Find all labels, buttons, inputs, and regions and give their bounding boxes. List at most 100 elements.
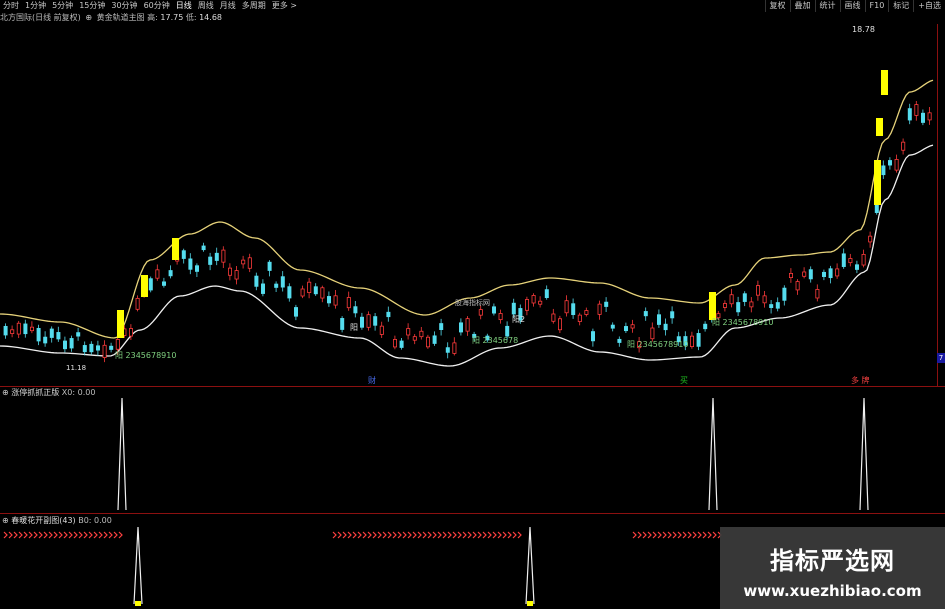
panel-separator-2[interactable] xyxy=(0,513,945,514)
candle-body xyxy=(630,324,635,329)
candle-body xyxy=(452,342,457,354)
trend-chevron xyxy=(677,531,682,539)
candle-body xyxy=(749,301,754,308)
candle-body xyxy=(135,297,140,310)
candle-body xyxy=(888,160,893,166)
signal-annotation: 阳 2345678910 xyxy=(627,340,688,349)
candle-body xyxy=(808,269,813,280)
trend-chevron xyxy=(362,531,367,539)
chart-watermark-text: 股海指标网 xyxy=(455,298,490,307)
candle-body xyxy=(214,252,219,261)
candle-body xyxy=(736,302,741,313)
trend-chevron xyxy=(342,531,347,539)
candle-body xyxy=(498,313,503,321)
candle-body xyxy=(703,323,708,330)
trend-chevron xyxy=(83,531,88,539)
candle-body xyxy=(907,108,912,121)
signal-annotation: 阳 xyxy=(350,323,358,332)
candle-body xyxy=(208,256,213,265)
candle-body xyxy=(63,340,68,350)
candle-body xyxy=(293,307,298,317)
watermark-title: 指标严选网 xyxy=(770,547,895,575)
candle-body xyxy=(921,112,926,123)
candle-body xyxy=(855,264,860,270)
candle-body xyxy=(525,299,530,311)
indicator-settings-icon[interactable]: ⊕ xyxy=(2,516,9,525)
trend-chevron xyxy=(337,531,342,539)
candle-body xyxy=(340,318,345,330)
candle-body xyxy=(617,338,622,343)
candle-body xyxy=(927,112,932,121)
candle-body xyxy=(822,271,827,277)
trend-chevron xyxy=(692,531,697,539)
trend-chevron xyxy=(28,531,33,539)
trend-chevron xyxy=(118,531,123,539)
candle-body xyxy=(789,273,794,279)
candle-body xyxy=(227,267,232,276)
candle-body xyxy=(419,330,424,338)
candle-body xyxy=(584,310,589,315)
candle-body xyxy=(168,270,173,277)
candle-body xyxy=(577,314,582,322)
trend-chevron xyxy=(38,531,43,539)
trend-chevron xyxy=(517,531,522,539)
candle-body xyxy=(128,328,133,337)
trend-chevron xyxy=(652,531,657,539)
price-axis[interactable] xyxy=(937,24,945,386)
trend-chevron xyxy=(492,531,497,539)
trend-chevron xyxy=(422,531,427,539)
candle-body xyxy=(762,295,767,304)
candle-body xyxy=(326,296,331,304)
candle-body xyxy=(729,294,734,305)
candle-body xyxy=(267,261,272,271)
panel-separator-1[interactable] xyxy=(0,386,945,387)
trend-chevron xyxy=(472,531,477,539)
trend-chevron xyxy=(487,531,492,539)
indicator-settings-icon[interactable]: ⊕ xyxy=(2,388,9,397)
candle-body xyxy=(491,306,496,314)
event-marker: 财 xyxy=(368,375,376,385)
candle-body xyxy=(690,335,695,348)
signal-annotation: 阳 2345678910 xyxy=(115,351,176,360)
trend-chevron xyxy=(447,531,452,539)
candle-body xyxy=(439,323,444,330)
candle-body xyxy=(742,293,747,302)
candle-body xyxy=(901,141,906,151)
trend-chevron xyxy=(407,531,412,539)
trend-chevron xyxy=(687,531,692,539)
signal-bar xyxy=(172,238,179,260)
signal-dot xyxy=(135,601,141,606)
axis-marker: 7 xyxy=(937,353,945,363)
candle-body xyxy=(571,303,576,316)
kline-chart-area[interactable]: 18.78 11.18 阳 2345678910 阳 2345678 阳 2345678… xyxy=(0,0,945,609)
candle-body xyxy=(564,300,569,314)
trend-chevron xyxy=(682,531,687,539)
candle-body xyxy=(274,283,279,288)
candle-body xyxy=(465,318,470,332)
candle-body xyxy=(670,311,675,319)
candle-body xyxy=(392,339,397,348)
candle-body xyxy=(412,336,417,341)
trend-chevron xyxy=(73,531,78,539)
signal-spike xyxy=(525,526,535,605)
trend-chevron xyxy=(88,531,93,539)
trend-chevron xyxy=(352,531,357,539)
candle-body xyxy=(234,270,239,280)
candle-body xyxy=(353,306,358,314)
candle-body xyxy=(782,287,787,301)
panel2-indicator-name[interactable]: 涨停抓抓正版 xyxy=(11,388,59,397)
candle-body xyxy=(610,324,615,329)
panel3-indicator-name[interactable]: 春暖花开副图(43) xyxy=(11,516,75,525)
trend-chevron xyxy=(642,531,647,539)
candle-body xyxy=(386,311,391,318)
candle-body xyxy=(828,268,833,279)
trend-chevron xyxy=(432,531,437,539)
candle-body xyxy=(29,326,34,332)
candle-body xyxy=(307,281,312,293)
candle-body xyxy=(3,325,8,336)
trend-chevron xyxy=(417,531,422,539)
candle-body xyxy=(10,329,15,334)
candle-body xyxy=(300,288,305,297)
candle-body xyxy=(201,245,206,251)
trend-chevron xyxy=(402,531,407,539)
